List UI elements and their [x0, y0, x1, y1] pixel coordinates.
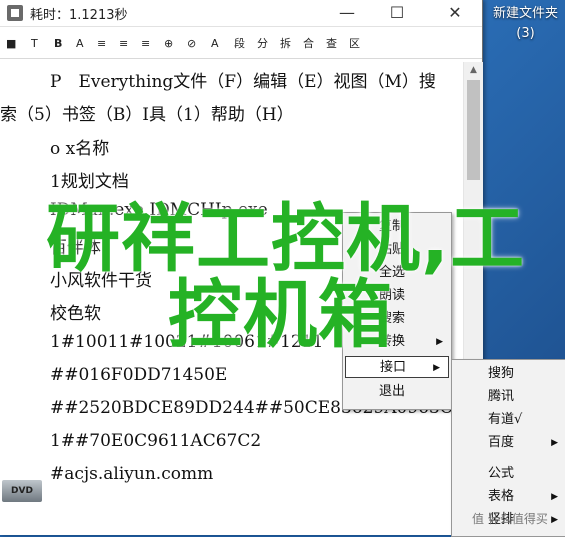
desktop-folder[interactable]: 新建文件夹 (3) [486, 4, 565, 44]
toolbar-paragraph-button[interactable]: 段 [234, 36, 245, 52]
toolbar-check-button[interactable]: 查 [326, 36, 337, 52]
text-line: 1##70E0C9611AC67C2 [50, 431, 262, 451]
toolbar-align-center-icon[interactable]: ≡ [119, 36, 128, 52]
toolbar-break-button[interactable]: 拆 [280, 36, 291, 52]
scroll-up-arrow-icon[interactable]: ▲ [464, 62, 483, 79]
desktop-folder-count: (3) [516, 26, 535, 41]
window-title: 耗时：1.1213秒 [30, 8, 128, 23]
submenu-arrow-icon: ▶ [551, 515, 558, 525]
text-line: ##016F0DD71450E [50, 365, 228, 385]
toolbar-split-button[interactable]: 分 [257, 36, 268, 52]
overlay-headline-line2: 控机箱 [168, 272, 393, 358]
scrollbar-thumb[interactable] [467, 80, 480, 180]
toolbar-align-left-icon[interactable]: ≡ [97, 36, 106, 52]
submenu-item-baidu[interactable]: 百度 ▶ [452, 432, 565, 454]
app-icon [7, 5, 23, 21]
toolbar-text-size-icon[interactable]: A [211, 36, 219, 52]
dvd-drive-icon[interactable]: DVD [2, 480, 42, 502]
toolbar-search-icon[interactable]: ⊘ [187, 36, 196, 52]
submenu-item-sogou[interactable]: 搜狗 [452, 363, 565, 385]
minimize-button[interactable]: — [324, 0, 370, 26]
toolbar: ■ T B A ≡ ≡ ≡ ⊕ ⊘ A 段 分 拆 合 查 区 [0, 30, 482, 59]
submenu-item-formula[interactable]: 公式 [452, 463, 565, 485]
submenu-arrow-icon: ▶ [436, 337, 443, 347]
toolbar-text-icon[interactable]: T [31, 36, 38, 52]
toolbar-merge-button[interactable]: 合 [303, 36, 314, 52]
text-line: 索（5）书签（B）I具（1）帮助（H） [0, 105, 294, 125]
toolbar-translate-icon[interactable]: ⊕ [164, 36, 173, 52]
menu-item-exit[interactable]: 退出 [343, 381, 451, 403]
toolbar-font-icon[interactable]: A [76, 36, 84, 52]
site-watermark: 值 什么值得买 [472, 512, 548, 526]
toolbar-region-button[interactable]: 区 [349, 36, 360, 52]
submenu-arrow-icon: ▶ [551, 438, 558, 448]
submenu-item-table[interactable]: 表格 ▶ [452, 486, 565, 508]
text-line: P Everything文件（F）编辑（E）视图（M）搜 [50, 72, 436, 92]
submenu-arrow-icon: ▶ [433, 363, 440, 373]
text-line: 校色软 [50, 304, 101, 324]
submenu-arrow-icon: ▶ [551, 492, 558, 502]
toolbar-align-right-icon[interactable]: ≡ [141, 36, 150, 52]
text-line: 1规划文档 [50, 172, 129, 192]
overlay-headline-line1: 研祥工控机,工 [46, 196, 526, 282]
text-line: #acjs.aliyun.comm [50, 464, 214, 484]
close-button[interactable]: ✕ [432, 0, 478, 26]
desktop-folder-label: 新建文件夹 [492, 6, 558, 21]
text-line: o x名称 [50, 139, 110, 159]
menu-item-interface[interactable]: 接口 ▶ [345, 356, 449, 378]
maximize-button[interactable]: ☐ [374, 0, 420, 26]
title-bar[interactable]: 耗时：1.1213秒 — ☐ ✕ [0, 0, 482, 27]
toolbar-stop-icon[interactable]: ■ [6, 36, 16, 52]
submenu-item-tencent[interactable]: 腾讯 [452, 386, 565, 408]
submenu-item-youdao[interactable]: 有道√ [452, 409, 565, 431]
toolbar-bold-icon[interactable]: B [54, 36, 62, 52]
